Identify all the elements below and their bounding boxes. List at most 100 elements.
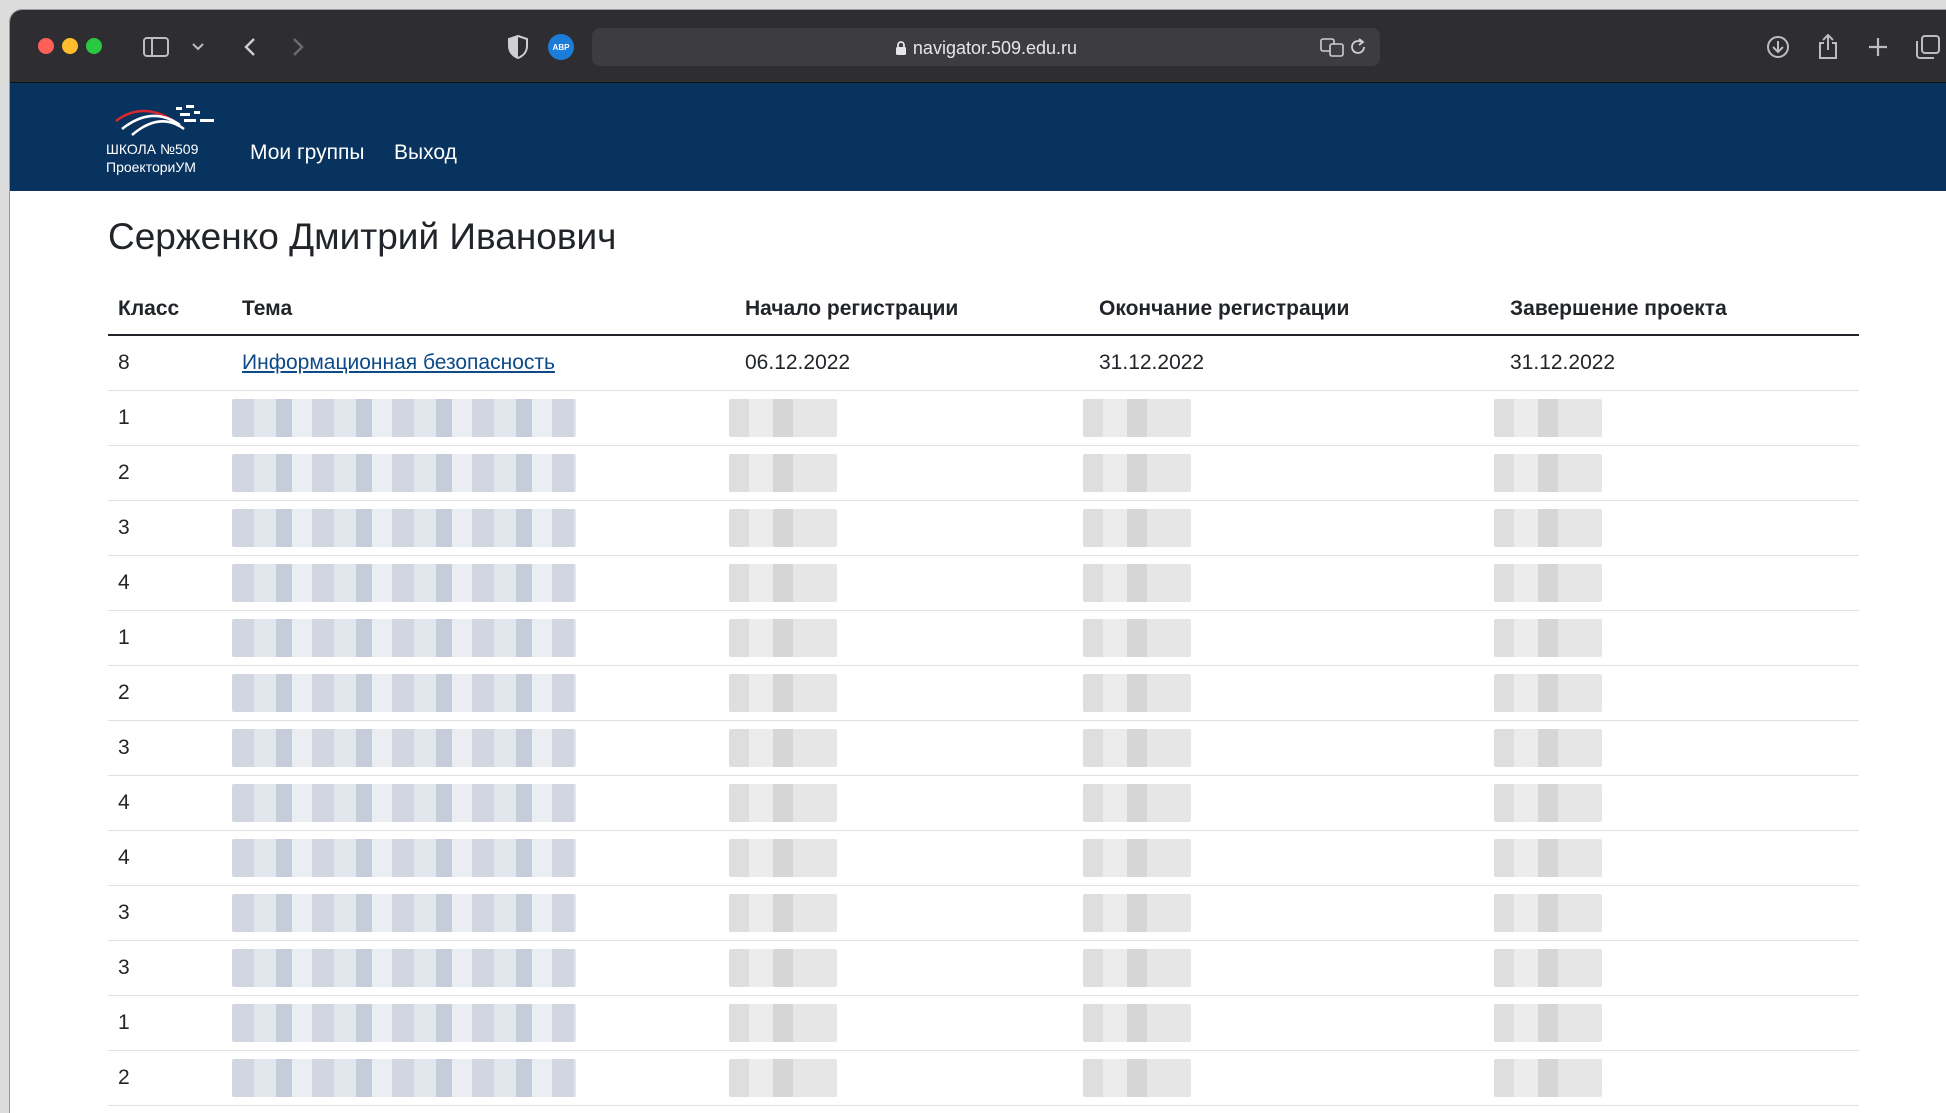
page-title: Серженко Дмитрий Иванович (108, 216, 617, 257)
redacted-content[interactable] (232, 894, 576, 932)
logo-text-line2: ПроекториУМ (106, 159, 196, 175)
cell-class: 4 (108, 555, 232, 611)
table-row: 8 Информационная безопасность 06.12.2022… (108, 335, 1859, 391)
cell-class: 8 (108, 335, 232, 391)
table-row: 4 (108, 555, 1859, 611)
cell-topic (232, 555, 735, 611)
close-window-button[interactable] (38, 38, 54, 54)
table-header-row: Класс Тема Начало регистрации Окончание … (108, 284, 1859, 336)
zoom-window-button[interactable] (86, 38, 102, 54)
nav-my-groups[interactable]: Мои группы (250, 141, 364, 165)
redacted-content (729, 454, 837, 492)
redacted-content (729, 564, 837, 602)
cell-start-date (729, 445, 1089, 501)
cell-start-date (729, 830, 1089, 886)
redacted-content[interactable] (232, 784, 576, 822)
cell-end-date (1083, 555, 1500, 611)
cell-topic (232, 500, 735, 556)
downloads-icon[interactable] (1764, 34, 1792, 60)
redacted-content (1494, 509, 1602, 547)
table-row: 3 (108, 885, 1859, 941)
cell-topic (232, 1050, 735, 1106)
redacted-content (1083, 949, 1191, 987)
redacted-content[interactable] (232, 399, 576, 437)
table-row: 2 (108, 445, 1859, 501)
cell-start-date (729, 500, 1089, 556)
cell-finish-date (1494, 390, 1859, 446)
cell-finish-date (1494, 1050, 1859, 1106)
table-row: 2 (108, 1050, 1859, 1106)
cell-start-date (729, 1050, 1089, 1106)
cell-end-date (1083, 995, 1500, 1051)
cell-start-date (729, 610, 1089, 666)
column-header-finish[interactable]: Завершение проекта (1500, 284, 1859, 336)
nav-logout[interactable]: Выход (394, 141, 457, 165)
tab-overview-icon[interactable] (1914, 34, 1942, 60)
new-tab-icon[interactable] (1864, 34, 1892, 60)
cell-class: 4 (108, 775, 232, 831)
cell-class: 3 (108, 940, 232, 996)
redacted-content[interactable] (232, 674, 576, 712)
share-icon[interactable] (1814, 34, 1842, 60)
back-icon[interactable] (236, 34, 264, 60)
cell-end-date (1083, 720, 1500, 776)
redacted-content[interactable] (232, 1059, 576, 1097)
redacted-content[interactable] (232, 729, 576, 767)
privacy-shield-icon[interactable] (504, 34, 532, 60)
forward-icon[interactable] (284, 34, 312, 60)
cell-topic (232, 775, 735, 831)
redacted-content[interactable] (232, 839, 576, 877)
column-header-end[interactable]: Окончание регистрации (1089, 284, 1500, 336)
reload-icon[interactable] (1346, 34, 1370, 60)
redacted-content (729, 784, 837, 822)
table-row: 3 (108, 940, 1859, 996)
address-bar[interactable]: navigator.509.edu.ru (592, 28, 1380, 66)
minimize-window-button[interactable] (62, 38, 78, 54)
redacted-content[interactable] (232, 949, 576, 987)
browser-toolbar: ABP navigator.509.edu.ru (10, 10, 1946, 83)
cell-topic (232, 720, 735, 776)
redacted-content (1083, 564, 1191, 602)
column-header-start[interactable]: Начало регистрации (735, 284, 1089, 336)
cell-topic (232, 830, 735, 886)
school-logo[interactable]: ШКОЛА №509 ПроекториУМ (106, 99, 230, 179)
sidebar-toggle-icon[interactable] (142, 34, 170, 60)
redacted-content (1083, 839, 1191, 877)
cell-start-date: 06.12.2022 (735, 335, 1089, 391)
cell-topic: Информационная безопасность (232, 335, 735, 391)
redacted-content (1083, 729, 1191, 767)
redacted-content (1083, 399, 1191, 437)
cell-end-date (1083, 390, 1500, 446)
cell-topic (232, 665, 735, 721)
cell-finish-date (1494, 885, 1859, 941)
chevron-down-icon[interactable] (190, 34, 206, 60)
cell-end-date: 31.12.2022 (1089, 335, 1500, 391)
table-row: 2 (108, 665, 1859, 721)
redacted-content[interactable] (232, 509, 576, 547)
redacted-content (1083, 784, 1191, 822)
cell-end-date (1083, 775, 1500, 831)
lock-icon (895, 40, 907, 61)
redacted-content[interactable] (232, 454, 576, 492)
redacted-content (1494, 839, 1602, 877)
browser-window: ABP navigator.509.edu.ru ШКОЛА №509 Прое… (10, 10, 1946, 1113)
redacted-content (729, 1004, 837, 1042)
site-header: ШКОЛА №509 ПроекториУМ Мои группы Выход (10, 83, 1946, 191)
redacted-content (1494, 729, 1602, 767)
redacted-content (1494, 894, 1602, 932)
redacted-content[interactable] (232, 564, 576, 602)
column-header-topic[interactable]: Тема (232, 284, 735, 336)
adblock-icon[interactable]: ABP (548, 34, 574, 60)
cell-start-date (729, 720, 1089, 776)
cell-class: 1 (108, 390, 232, 446)
column-header-class[interactable]: Класс (108, 284, 232, 336)
translate-icon[interactable] (1320, 34, 1344, 60)
redacted-content (729, 839, 837, 877)
redacted-content[interactable] (232, 1004, 576, 1042)
topic-link[interactable]: Информационная безопасность (242, 351, 555, 374)
cell-class: 2 (108, 445, 232, 501)
cell-finish-date (1494, 995, 1859, 1051)
redacted-content[interactable] (232, 619, 576, 657)
cell-topic (232, 940, 735, 996)
projects-table: Класс Тема Начало регистрации Окончание … (108, 284, 1859, 1106)
